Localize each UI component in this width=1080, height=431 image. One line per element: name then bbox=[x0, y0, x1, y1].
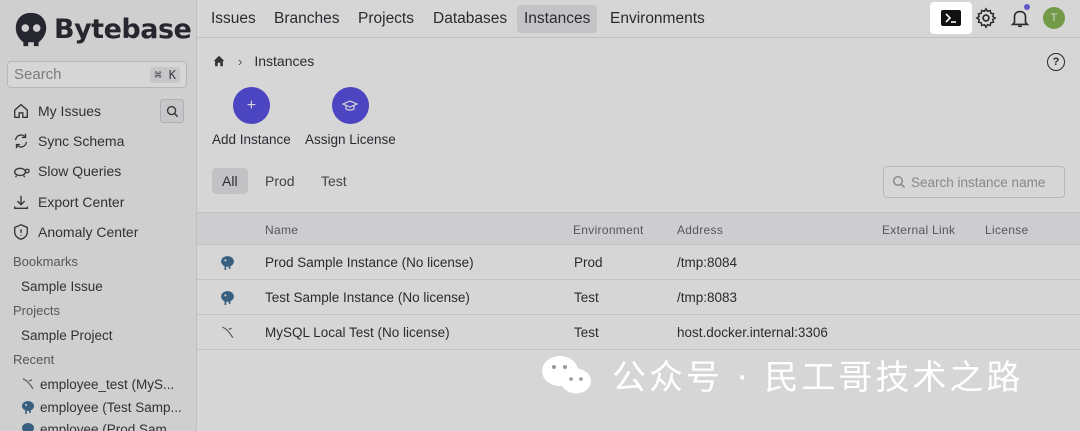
table-row[interactable]: Test Sample Instance (No license) Test /… bbox=[197, 280, 1080, 315]
avatar[interactable]: T bbox=[1043, 7, 1065, 29]
assign-license-label: Assign License bbox=[305, 132, 396, 147]
tab-instances[interactable]: Instances bbox=[517, 5, 598, 33]
sidebar-item-export-center[interactable]: Export Center bbox=[12, 190, 124, 214]
column-header-name[interactable]: Name bbox=[265, 223, 298, 237]
download-icon bbox=[14, 195, 28, 209]
tab-environments[interactable]: Environments bbox=[603, 5, 712, 33]
bell-icon[interactable] bbox=[1009, 7, 1031, 29]
search-icon bbox=[892, 175, 906, 189]
add-instance-button[interactable]: + Add Instance bbox=[212, 87, 291, 147]
add-instance-label: Add Instance bbox=[212, 132, 291, 147]
brand-name: Bytebase bbox=[54, 13, 192, 45]
filter-prod[interactable]: Prod bbox=[255, 168, 305, 194]
recent-item-label: employee (Prod Sam... bbox=[40, 421, 179, 431]
terminal-icon bbox=[941, 10, 961, 26]
sidebar-item-label: Slow Queries bbox=[38, 163, 122, 179]
sidebar-search-placeholder: Search bbox=[14, 66, 62, 83]
instance-environment: Test bbox=[574, 290, 599, 305]
sidebar: Bytebase Search ⌘ K My Issues Sync Schem… bbox=[0, 0, 197, 431]
instance-address: host.docker.internal:3306 bbox=[677, 325, 828, 340]
tab-issues[interactable]: Issues bbox=[204, 5, 263, 33]
column-header-license: License bbox=[985, 223, 1029, 237]
brand-logo[interactable]: Bytebase bbox=[12, 10, 192, 48]
turtle-icon bbox=[14, 167, 30, 178]
watermark-text: 公众号 · 民工哥技术之路 bbox=[612, 358, 1024, 398]
instance-name[interactable]: Test Sample Instance (No license) bbox=[265, 290, 470, 305]
shield-icon bbox=[14, 224, 28, 240]
bookmarks-label: Bookmarks bbox=[13, 254, 79, 269]
instance-search-input[interactable]: Search instance name bbox=[883, 166, 1065, 198]
sync-icon bbox=[14, 133, 28, 149]
recent-item[interactable]: employee (Test Samp... bbox=[20, 399, 182, 415]
breadcrumb-current: Instances bbox=[254, 53, 315, 69]
filter-test[interactable]: Test bbox=[311, 168, 357, 194]
tab-databases[interactable]: Databases bbox=[426, 5, 514, 33]
instance-environment: Test bbox=[574, 325, 599, 340]
sidebar-item-label: Sync Schema bbox=[38, 133, 125, 149]
instance-address: /tmp:8083 bbox=[677, 290, 738, 305]
sidebar-item-sync-schema[interactable]: Sync Schema bbox=[12, 129, 124, 153]
table-row[interactable]: Prod Sample Instance (No license) Prod /… bbox=[197, 245, 1080, 280]
filter-all[interactable]: All bbox=[212, 168, 248, 194]
mysql-icon bbox=[221, 326, 234, 339]
instance-environment: Prod bbox=[574, 255, 603, 270]
notification-dot bbox=[1024, 4, 1030, 10]
sidebar-item-label: Export Center bbox=[38, 194, 125, 210]
instance-name[interactable]: Prod Sample Instance (No license) bbox=[265, 255, 474, 270]
instance-address: /tmp:8084 bbox=[677, 255, 738, 270]
recent-item-label: employee_test (MyS... bbox=[40, 376, 175, 392]
watermark: 公众号 · 民工哥技术之路 bbox=[540, 350, 1023, 399]
recent-label: Recent bbox=[13, 352, 55, 367]
tab-branches[interactable]: Branches bbox=[267, 5, 346, 33]
recent-item[interactable]: employee (Prod Sam... bbox=[20, 421, 178, 431]
gear-icon[interactable] bbox=[975, 7, 997, 29]
sql-editor-button[interactable] bbox=[930, 2, 972, 34]
home-icon[interactable] bbox=[212, 54, 226, 68]
postgres-icon bbox=[221, 256, 234, 270]
instance-name[interactable]: MySQL Local Test (No license) bbox=[265, 325, 450, 340]
bookmark-item[interactable]: Sample Issue bbox=[21, 279, 103, 294]
issues-search-button[interactable] bbox=[160, 99, 184, 123]
recent-item[interactable]: employee_test (MyS... bbox=[20, 376, 174, 392]
table-row[interactable]: MySQL Local Test (No license) Test host.… bbox=[197, 315, 1080, 350]
search-shortcut: ⌘ K bbox=[150, 66, 180, 83]
plus-icon: + bbox=[232, 87, 270, 124]
project-item[interactable]: Sample Project bbox=[21, 328, 113, 343]
chevron-right-icon: › bbox=[238, 53, 243, 69]
sidebar-item-my-issues[interactable]: My Issues bbox=[12, 99, 101, 123]
home-icon bbox=[14, 103, 28, 118]
assign-license-button[interactable]: Assign License bbox=[305, 87, 396, 147]
postgres-icon bbox=[22, 423, 34, 431]
help-icon[interactable]: ? bbox=[1047, 53, 1065, 71]
sidebar-item-slow-queries[interactable]: Slow Queries bbox=[12, 159, 121, 183]
recent-item-label: employee (Test Samp... bbox=[40, 399, 182, 415]
wechat-icon bbox=[542, 355, 591, 393]
column-header-external-link: External Link bbox=[882, 223, 956, 237]
tab-projects[interactable]: Projects bbox=[351, 5, 421, 33]
bytebase-logo-icon bbox=[15, 12, 47, 47]
search-icon bbox=[166, 105, 178, 117]
instances-table: Name Environment Address External Link L… bbox=[197, 212, 1080, 350]
postgres-icon bbox=[221, 291, 234, 305]
postgres-icon bbox=[22, 401, 34, 414]
sidebar-search[interactable]: Search ⌘ K bbox=[7, 61, 187, 88]
table-header: Name Environment Address External Link L… bbox=[197, 212, 1080, 245]
mysql-icon bbox=[22, 378, 34, 390]
projects-label: Projects bbox=[13, 303, 60, 318]
breadcrumb: › Instances bbox=[212, 53, 314, 69]
column-header-address[interactable]: Address bbox=[677, 223, 723, 237]
column-header-environment[interactable]: Environment bbox=[573, 223, 644, 237]
sidebar-item-label: Anomaly Center bbox=[38, 224, 139, 240]
graduation-cap-icon bbox=[331, 87, 369, 124]
sidebar-item-label: My Issues bbox=[38, 103, 102, 119]
instance-search-placeholder: Search instance name bbox=[911, 174, 1046, 190]
sidebar-item-anomaly-center[interactable]: Anomaly Center bbox=[12, 220, 138, 244]
